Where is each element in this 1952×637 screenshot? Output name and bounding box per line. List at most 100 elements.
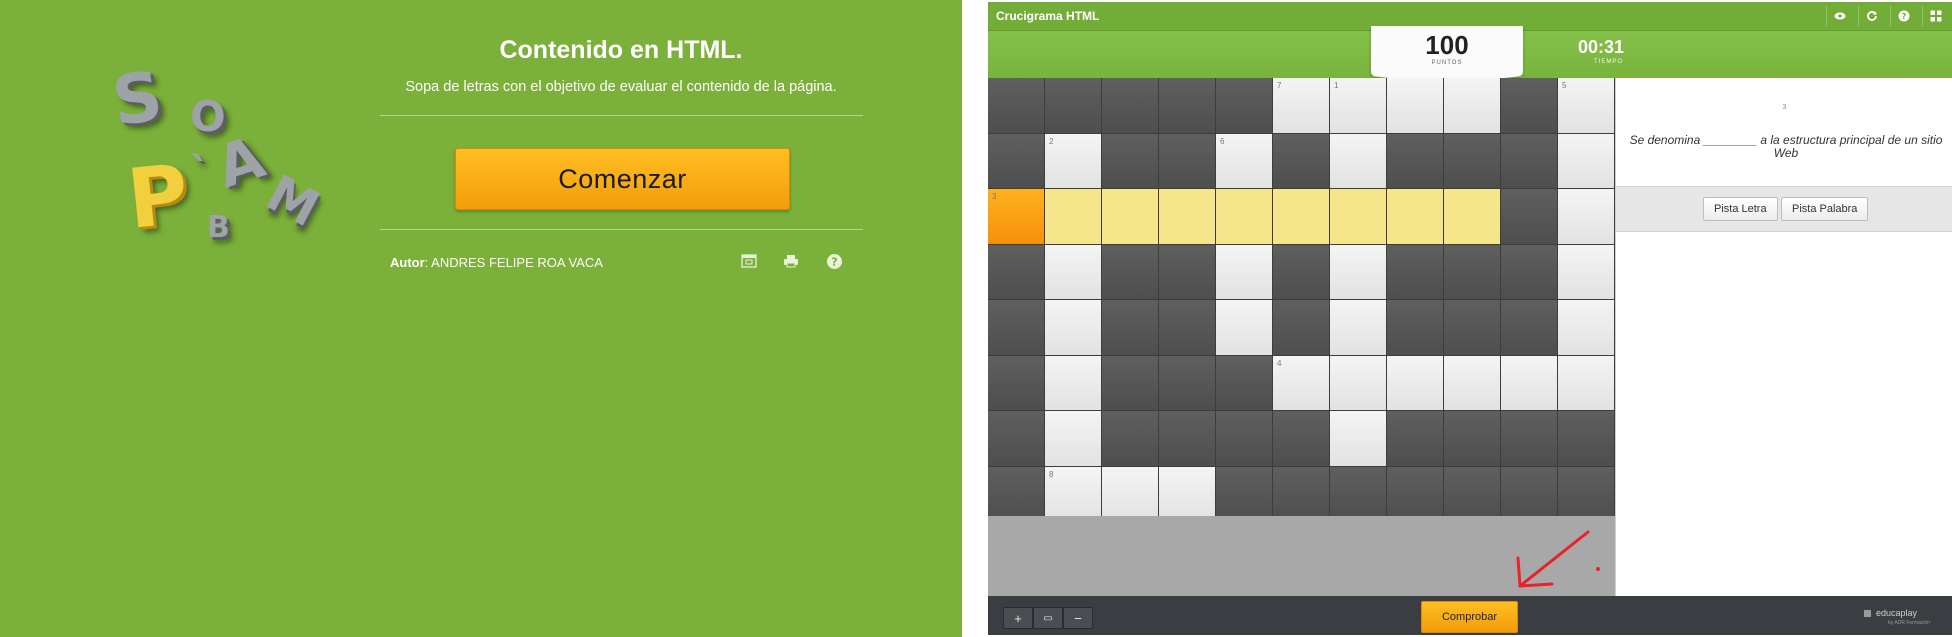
blocked-cell xyxy=(1501,300,1557,355)
grid-cell[interactable] xyxy=(1330,355,1386,410)
blocked-cell xyxy=(1216,355,1272,410)
grid-area-background xyxy=(988,516,1615,596)
blocked-cell xyxy=(1102,355,1158,410)
grid-cell[interactable] xyxy=(1045,411,1101,466)
grid-cell[interactable] xyxy=(1216,244,1272,299)
blocked-cell xyxy=(1216,411,1272,466)
grid-cell[interactable] xyxy=(1387,355,1443,410)
grid-cell[interactable] xyxy=(1387,78,1443,133)
blocked-cell xyxy=(1387,300,1443,355)
grid-cell[interactable]: 2 xyxy=(1045,133,1101,188)
red-arrow-annotation xyxy=(1516,530,1600,588)
intro-panel: S O A M P B ` Contenido en HTML. Sopa de… xyxy=(0,0,962,637)
blocked-cell xyxy=(1330,466,1386,521)
grid-cell[interactable] xyxy=(1330,244,1386,299)
blocked-cell xyxy=(988,244,1044,299)
grid-cell[interactable] xyxy=(1045,355,1101,410)
blocked-cell xyxy=(1387,244,1443,299)
grid-cell[interactable] xyxy=(1216,189,1272,244)
grid-cell[interactable] xyxy=(1501,355,1557,410)
grid-cell[interactable] xyxy=(1558,244,1614,299)
cell-number: 7 xyxy=(1277,81,1282,90)
help-icon[interactable]: ? xyxy=(1890,6,1917,26)
grid-cell[interactable]: 4 xyxy=(1273,355,1329,410)
grid-cell[interactable] xyxy=(1558,355,1614,410)
hint-word-button[interactable]: Pista Palabra xyxy=(1781,197,1869,221)
grid-cell[interactable] xyxy=(1159,466,1215,521)
grid-cell[interactable] xyxy=(1159,189,1215,244)
zoom-in-button[interactable]: + xyxy=(1003,607,1033,629)
grid-icon[interactable] xyxy=(1922,6,1949,26)
grid-cell[interactable]: 1 xyxy=(1330,78,1386,133)
grid-cell[interactable] xyxy=(1102,466,1158,521)
crossword-app: Crucigrama HTML ? 100 PUNTOS 00:31 TIEMP… xyxy=(988,2,1952,635)
grid-cell[interactable]: 5 xyxy=(1558,78,1614,133)
cell-number: 1 xyxy=(1334,81,1339,90)
cell-number: 8 xyxy=(1049,469,1054,479)
blocked-cell xyxy=(1273,300,1329,355)
zoom-reset-button[interactable]: ▭ xyxy=(1033,607,1063,629)
blocked-cell xyxy=(1444,466,1500,521)
points-value: 100 xyxy=(1425,30,1469,60)
grid-cell[interactable] xyxy=(1045,244,1101,299)
grid-cell[interactable] xyxy=(1045,300,1101,355)
blocked-cell xyxy=(1501,466,1557,521)
brand-subtitle: by ADR Formación xyxy=(1888,620,1930,626)
grid-cell[interactable] xyxy=(1387,189,1443,244)
logo-letter: S xyxy=(107,56,168,143)
blocked-cell xyxy=(1387,466,1443,521)
zoom-out-button[interactable]: − xyxy=(1063,607,1093,629)
svg-text:?: ? xyxy=(1902,12,1907,21)
check-button[interactable]: Comprobar xyxy=(1421,601,1518,633)
refresh-icon[interactable] xyxy=(1858,6,1885,26)
timer-label: TIEMPO xyxy=(1594,59,1624,65)
app-title: Crucigrama HTML xyxy=(996,9,1100,23)
grid-cell[interactable] xyxy=(1444,78,1500,133)
hint-letter-button[interactable]: Pista Letra xyxy=(1703,197,1778,221)
blocked-cell xyxy=(988,300,1044,355)
grid-cell[interactable] xyxy=(1330,133,1386,188)
active-cell[interactable]: 3 xyxy=(988,189,1044,244)
blocked-cell xyxy=(1501,78,1557,133)
blocked-cell xyxy=(1558,466,1614,521)
grid-cell[interactable] xyxy=(1444,189,1500,244)
logo-letter: ` xyxy=(190,150,210,196)
grid-cell[interactable]: 8 xyxy=(1045,466,1101,521)
grid-cell[interactable] xyxy=(1330,189,1386,244)
blocked-cell xyxy=(1216,78,1272,133)
grid-cell[interactable] xyxy=(1330,300,1386,355)
crossword-grid: 7 1 5 2 6 3 4 8 xyxy=(988,78,1615,521)
start-button[interactable]: Comenzar xyxy=(455,148,790,210)
blocked-cell xyxy=(1102,133,1158,188)
grid-cell[interactable] xyxy=(1444,355,1500,410)
logo-letter: B xyxy=(207,210,230,245)
grid-cell[interactable] xyxy=(1216,300,1272,355)
help-icon[interactable]: ? xyxy=(824,251,844,271)
blocked-cell xyxy=(1102,411,1158,466)
eye-icon[interactable] xyxy=(1826,6,1853,26)
print-icon[interactable] xyxy=(781,251,801,271)
blocked-cell xyxy=(1558,411,1614,466)
grid-cell[interactable] xyxy=(1045,189,1101,244)
blocked-cell xyxy=(1273,133,1329,188)
grid-cell[interactable] xyxy=(1273,189,1329,244)
blocked-cell xyxy=(1501,244,1557,299)
blocked-cell xyxy=(1501,133,1557,188)
blocked-cell xyxy=(1159,300,1215,355)
author-line: Autor: ANDRES FELIPE ROA VACA xyxy=(390,255,603,270)
grid-cell[interactable] xyxy=(1558,189,1614,244)
blocked-cell xyxy=(1159,78,1215,133)
blocked-cell xyxy=(1501,411,1557,466)
divider xyxy=(380,229,863,230)
grid-cell[interactable] xyxy=(1102,189,1158,244)
grid-cell[interactable] xyxy=(1558,300,1614,355)
blocked-cell xyxy=(1102,244,1158,299)
grid-cell[interactable] xyxy=(1330,411,1386,466)
blocked-cell xyxy=(1216,466,1272,521)
fullscreen-icon[interactable] xyxy=(739,251,759,271)
grid-cell[interactable] xyxy=(1558,133,1614,188)
blocked-cell xyxy=(1444,244,1500,299)
divider xyxy=(380,115,863,116)
grid-cell[interactable]: 7 xyxy=(1273,78,1329,133)
grid-cell[interactable]: 6 xyxy=(1216,133,1272,188)
